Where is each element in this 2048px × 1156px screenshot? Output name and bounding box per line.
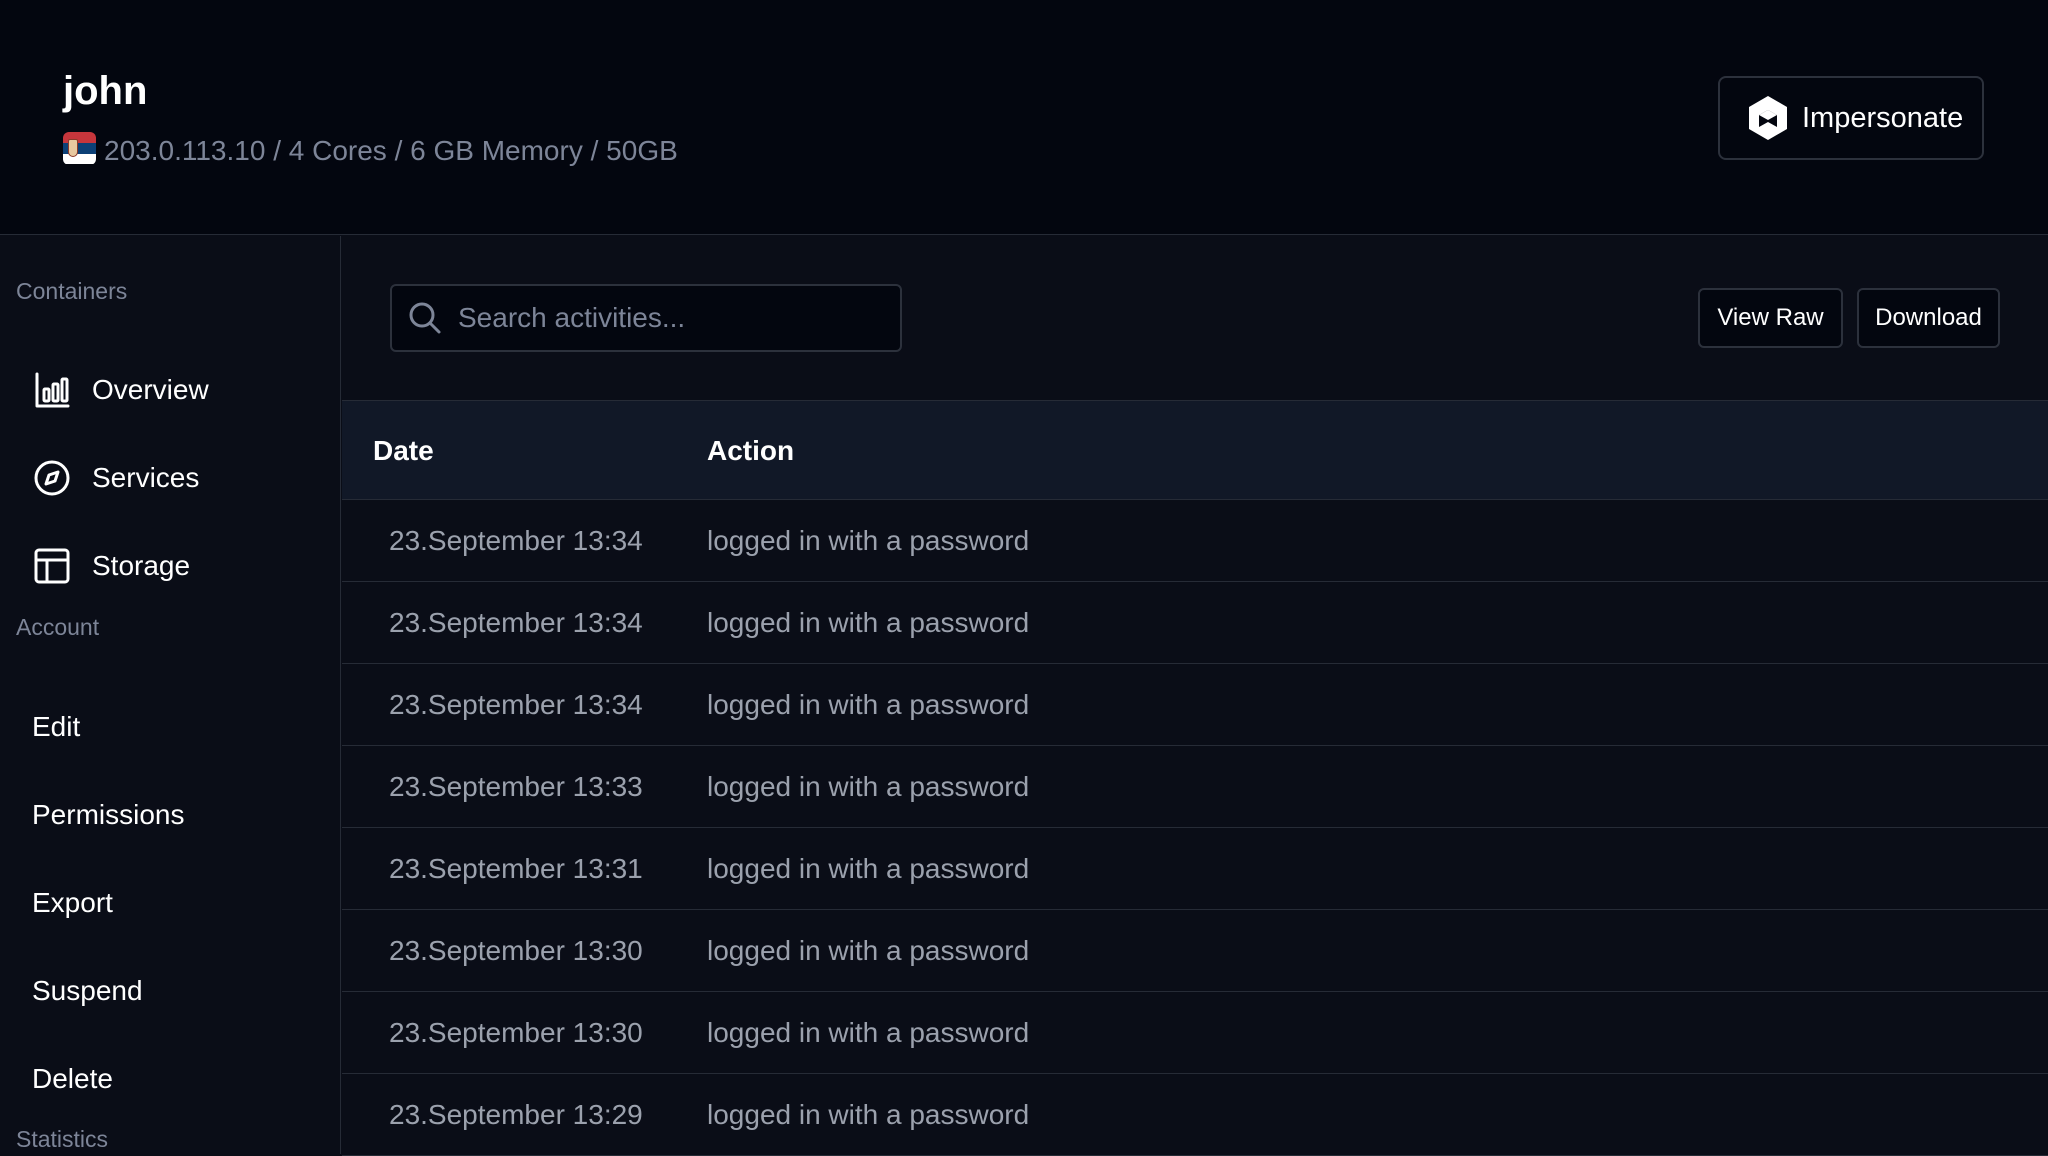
table-row: 23.September 13:29 logged in with a pass… xyxy=(342,1074,2048,1156)
table-row: 23.September 13:30 logged in with a pass… xyxy=(342,910,2048,992)
sidebar-item-label: Suspend xyxy=(32,975,143,1006)
sidebar-item-label: Storage xyxy=(92,550,191,581)
server-specs: 203.0.113.10 / 4 Cores / 6 GB Memory / 5… xyxy=(104,135,678,166)
cell-date: 23.September 13:34 xyxy=(389,689,643,720)
cell-action: logged in with a password xyxy=(707,771,1030,802)
cell-date: 23.September 13:34 xyxy=(389,607,643,638)
cell-date: 23.September 13:34 xyxy=(389,525,643,556)
activity-table: Date Action 23.September 13:34 logged in… xyxy=(342,401,2048,1156)
sidebar-item-label: Edit xyxy=(32,711,81,742)
cell-date: 23.September 13:30 xyxy=(389,935,643,966)
cell-action: logged in with a password xyxy=(707,1017,1030,1048)
table-row: 23.September 13:34 logged in with a pass… xyxy=(342,582,2048,664)
section-label-statistics: Statistics xyxy=(16,1126,109,1152)
sidebar: Containers Overview Services Storage Acc… xyxy=(0,236,341,1154)
cell-action: logged in with a password xyxy=(707,1099,1030,1130)
impersonate-button[interactable]: Impersonate xyxy=(1718,76,1984,160)
section-label-account: Account xyxy=(16,614,100,640)
sidebar-item-label: Overview xyxy=(92,374,209,405)
cell-date: 23.September 13:31 xyxy=(389,853,643,884)
impersonate-label: Impersonate xyxy=(1802,101,1964,134)
table-row: 23.September 13:31 logged in with a pass… xyxy=(342,828,2048,910)
page-title: john xyxy=(63,69,148,113)
cell-action: logged in with a password xyxy=(707,607,1030,638)
download-button[interactable]: Download xyxy=(1857,288,2000,348)
view-raw-button[interactable]: View Raw xyxy=(1698,288,1843,348)
bar-chart-icon xyxy=(32,370,72,410)
sidebar-item-delete[interactable]: Delete xyxy=(32,1049,113,1109)
sidebar-item-edit[interactable]: Edit xyxy=(32,697,80,757)
table-row: 23.September 13:33 logged in with a pass… xyxy=(342,746,2048,828)
sidebar-item-services[interactable]: Services xyxy=(32,448,199,508)
table-header: Date Action xyxy=(342,401,2048,500)
layout-icon xyxy=(32,546,72,586)
column-header-action: Action xyxy=(707,434,795,466)
sidebar-item-label: Delete xyxy=(32,1063,113,1094)
cell-date: 23.September 13:30 xyxy=(389,1017,643,1048)
sidebar-item-label: Permissions xyxy=(32,799,185,830)
search-box[interactable] xyxy=(390,284,902,352)
section-label-containers: Containers xyxy=(16,278,128,304)
table-row: 23.September 13:34 logged in with a pass… xyxy=(342,500,2048,582)
sidebar-item-label: Export xyxy=(32,887,113,918)
compass-icon xyxy=(32,458,72,498)
cell-action: logged in with a password xyxy=(707,525,1030,556)
cube-icon xyxy=(1749,96,1787,140)
page-header: john 203.0.113.10 / 4 Cores / 6 GB Memor… xyxy=(0,0,2048,235)
sidebar-item-overview[interactable]: Overview xyxy=(32,360,209,420)
search-input[interactable] xyxy=(456,301,896,335)
cell-date: 23.September 13:29 xyxy=(389,1099,643,1130)
cell-action: logged in with a password xyxy=(707,935,1030,966)
serbia-flag-icon xyxy=(63,131,96,165)
sidebar-item-storage[interactable]: Storage xyxy=(32,536,190,596)
cell-date: 23.September 13:33 xyxy=(389,771,643,802)
sidebar-item-export[interactable]: Export xyxy=(32,873,113,933)
sidebar-item-permissions[interactable]: Permissions xyxy=(32,785,184,845)
sidebar-item-label: Services xyxy=(92,462,200,493)
cell-action: logged in with a password xyxy=(707,689,1030,720)
column-header-date: Date xyxy=(373,434,434,466)
sidebar-item-suspend[interactable]: Suspend xyxy=(32,961,143,1021)
search-icon xyxy=(409,302,441,334)
table-row: 23.September 13:34 logged in with a pass… xyxy=(342,664,2048,746)
cell-action: logged in with a password xyxy=(707,853,1030,884)
table-row: 23.September 13:30 logged in with a pass… xyxy=(342,992,2048,1074)
server-info: 203.0.113.10 / 4 Cores / 6 GB Memory / 5… xyxy=(63,128,678,174)
activity-toolbar: View Raw Download xyxy=(342,236,2048,401)
